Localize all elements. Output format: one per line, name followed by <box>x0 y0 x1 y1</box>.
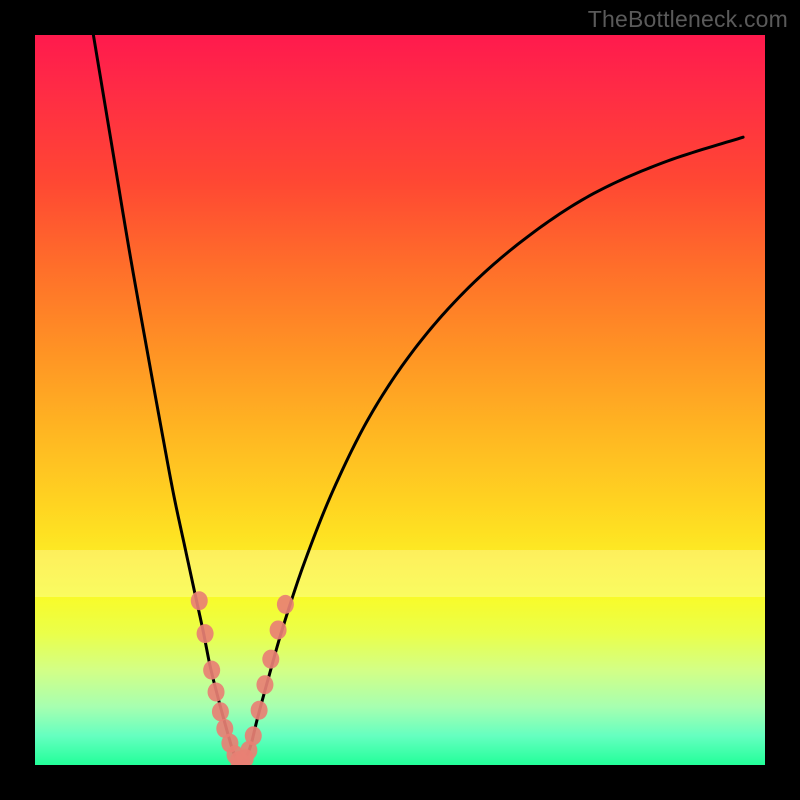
curves-layer <box>35 35 765 765</box>
marker-point <box>251 701 268 720</box>
watermark-text: TheBottleneck.com <box>588 6 788 33</box>
plot-area <box>35 35 765 765</box>
marker-point <box>270 620 287 639</box>
marker-point <box>277 595 294 614</box>
marker-point <box>245 726 262 745</box>
left-curve-path <box>93 35 239 764</box>
marker-point <box>212 702 229 721</box>
marker-points <box>191 591 294 765</box>
left-curve <box>93 35 239 764</box>
marker-point <box>203 661 220 680</box>
marker-point <box>262 650 279 669</box>
marker-point <box>208 683 225 702</box>
right-curve-path <box>243 137 743 763</box>
right-curve <box>243 137 743 763</box>
marker-point <box>256 675 273 694</box>
marker-point <box>191 591 208 610</box>
marker-point <box>197 624 214 643</box>
chart-frame: TheBottleneck.com <box>0 0 800 800</box>
